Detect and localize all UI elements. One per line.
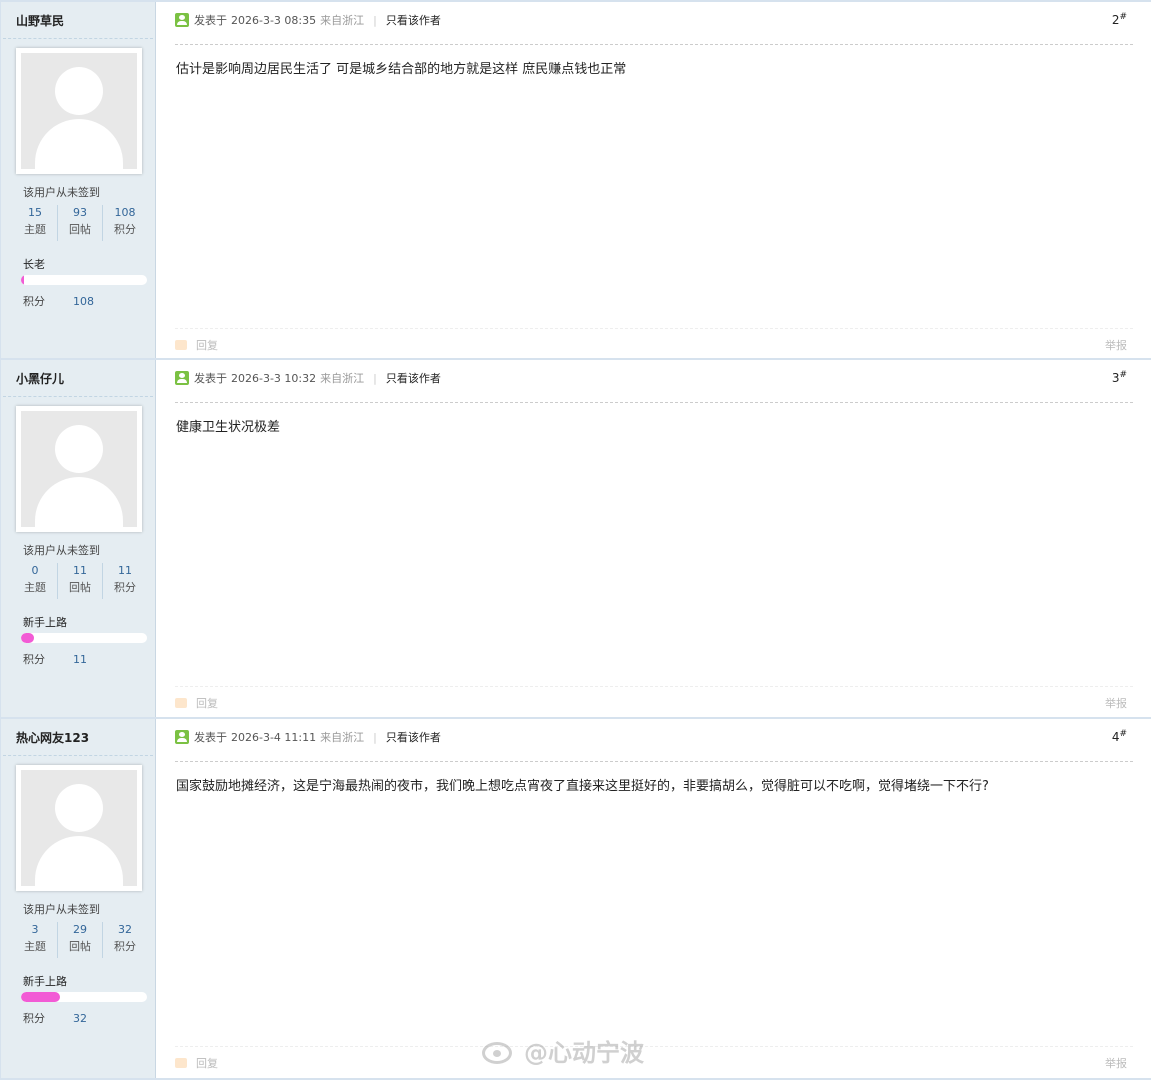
avatar[interactable] [16,765,142,891]
post-floor-2: 山野草民 该用户从未签到 15 主题 93 回帖 108 积分 长老 积分 108 发表… [0,0,1151,360]
user-rank: 新手上路 [23,975,67,988]
divider [175,402,1133,403]
author-only-link[interactable]: 只看该作者 [386,370,441,386]
points-value: 11 [73,653,87,666]
post-content: 健康卫生状况极差 [176,420,281,435]
post-content: 国家鼓励地摊经济，这是宁海最热闹的夜市，我们晚上想吃点宵夜了直接来这里挺好的，非… [176,779,989,794]
report-link[interactable]: 举报 [1105,337,1127,353]
floor-number[interactable]: 2# [1112,12,1127,27]
weibo-logo-icon [480,1034,518,1068]
post-body: 发表于 2026-3-4 11:11 来自浙江 | 只看该作者 4# 国家鼓励地… [157,719,1151,1078]
post-meta: 发表于 2026-3-3 10:32 来自浙江 | 只看该作者 [175,370,441,386]
post-floor-3: 小黑仔儿 该用户从未签到 0 主题 11 回帖 11 积分 新手上路 积分 11 发表于… [0,358,1151,718]
post-body: 发表于 2026-3-3 08:35 来自浙江 | 只看该作者 2# 估计是影响… [157,2,1151,360]
divider [175,761,1133,762]
user-sidebar: 山野草民 该用户从未签到 15 主题 93 回帖 108 积分 长老 积分 108 [0,2,156,360]
user-stats: 0 主题 11 回帖 11 积分 [13,563,147,599]
points-row: 积分 32 [23,1012,87,1025]
reply-icon [175,1058,187,1068]
username-link[interactable]: 山野草民 [16,12,64,29]
username-link[interactable]: 小黑仔儿 [16,370,64,387]
reply-button[interactable]: 回复 [175,1055,218,1071]
user-sidebar: 热心网友123 该用户从未签到 3 主题 29 回帖 32 积分 新手上路 积分 32 [0,719,156,1078]
points-value: 108 [73,295,94,308]
user-rank: 长老 [23,258,45,271]
rank-progress-bar [21,992,147,1002]
stat-topics[interactable]: 15 主题 [13,205,57,241]
sign-status: 该用户从未签到 [23,544,100,557]
online-status-icon [175,13,189,27]
online-status-icon [175,730,189,744]
stat-points[interactable]: 11 积分 [102,563,147,599]
post-footer: 回复 举报 [175,1046,1133,1070]
watermark: @心动宁波 [480,1033,644,1068]
sign-status: 该用户从未签到 [23,903,100,916]
user-stats: 3 主题 29 回帖 32 积分 [13,922,147,958]
avatar[interactable] [16,48,142,174]
reply-icon [175,698,187,708]
stat-points[interactable]: 32 积分 [102,922,147,958]
user-stats: 15 主题 93 回帖 108 积分 [13,205,147,241]
post-body: 发表于 2026-3-3 10:32 来自浙江 | 只看该作者 3# 健康卫生状… [157,360,1151,718]
user-rank: 新手上路 [23,616,67,629]
floor-number[interactable]: 3# [1112,370,1127,385]
post-content: 估计是影响周边居民生活了 可是城乡结合部的地方就是这样 庶民赚点钱也正常 [176,62,627,77]
rank-progress-bar [21,275,147,285]
avatar[interactable] [16,406,142,532]
report-link[interactable]: 举报 [1105,1055,1127,1071]
rank-progress-bar [21,633,147,643]
post-meta: 发表于 2026-3-3 08:35 来自浙江 | 只看该作者 [175,12,441,28]
points-row: 积分 11 [23,653,87,666]
reply-button[interactable]: 回复 [175,337,218,353]
user-sidebar: 小黑仔儿 该用户从未签到 0 主题 11 回帖 11 积分 新手上路 积分 11 [0,360,156,718]
report-link[interactable]: 举报 [1105,695,1127,711]
points-row: 积分 108 [23,295,94,308]
stat-replies[interactable]: 11 回帖 [57,563,102,599]
divider [3,396,153,397]
watermark-text: @心动宁波 [524,1039,644,1067]
stat-replies[interactable]: 93 回帖 [57,205,102,241]
post-location: 来自浙江 [320,372,365,385]
stat-points[interactable]: 108 积分 [102,205,147,241]
divider [3,38,153,39]
post-footer: 回复 举报 [175,328,1133,352]
stat-topics[interactable]: 0 主题 [13,563,57,599]
author-only-link[interactable]: 只看该作者 [386,12,441,28]
stat-replies[interactable]: 29 回帖 [57,922,102,958]
online-status-icon [175,371,189,385]
post-time: 2026-3-3 08:35 [231,13,317,27]
post-time: 2026-3-4 11:11 [231,730,317,744]
post-location: 来自浙江 [320,731,365,744]
post-footer: 回复 举报 [175,686,1133,710]
sign-status: 该用户从未签到 [23,186,100,199]
stat-topics[interactable]: 3 主题 [13,922,57,958]
username-link[interactable]: 热心网友123 [16,729,89,746]
post-meta: 发表于 2026-3-4 11:11 来自浙江 | 只看该作者 [175,729,441,745]
author-only-link[interactable]: 只看该作者 [386,729,441,745]
points-value: 32 [73,1012,87,1025]
divider [175,44,1133,45]
post-floor-4: 热心网友123 该用户从未签到 3 主题 29 回帖 32 积分 新手上路 积分 32 … [0,717,1151,1080]
post-location: 来自浙江 [320,14,365,27]
post-time: 2026-3-3 10:32 [231,371,317,385]
reply-button[interactable]: 回复 [175,695,218,711]
floor-number[interactable]: 4# [1112,729,1127,744]
divider [3,755,153,756]
reply-icon [175,340,187,350]
